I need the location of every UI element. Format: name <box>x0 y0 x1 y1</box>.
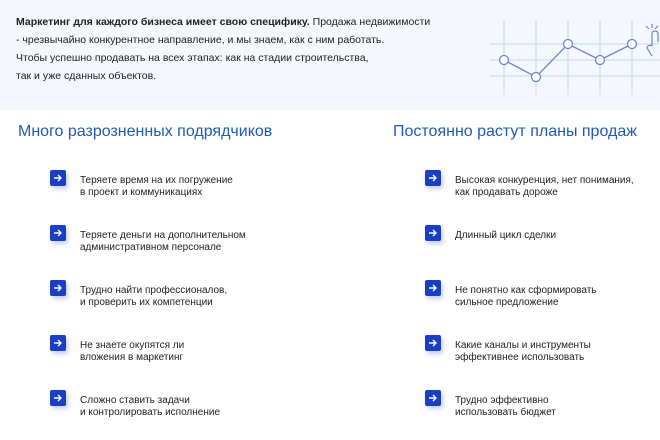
item-text: Длинный цикл сделки <box>455 230 557 241</box>
item-text: Не понятно как сформировать сильное предл… <box>455 285 597 308</box>
list-item: Сложно ставить задачи и контролировать ис… <box>50 390 280 430</box>
list-item: Какие каналы и инструменты эффективнее ис… <box>425 335 655 375</box>
item-text: Теряете время на их погружение в проект и… <box>80 175 233 198</box>
arrow-right-icon <box>425 390 441 406</box>
intro-bold-lead: Маркетинг для каждого бизнеса имеет свою… <box>16 16 310 28</box>
intro-line3: Чтобы успешно продавать на всех этапах: … <box>16 52 369 64</box>
item-text: Не знаете окупятся ли вложения в маркетин… <box>80 340 185 363</box>
arrow-right-icon <box>50 170 66 186</box>
intro-line4: так и уже сданных объектов. <box>16 70 157 82</box>
arrow-right-icon <box>425 170 441 186</box>
intro-line1-rest: Продажа недвижимости <box>309 16 431 28</box>
left-column-title: Много разрозненных подрядчиков <box>18 123 273 140</box>
line-graph-icon <box>490 20 660 95</box>
arrow-right-icon <box>425 280 441 296</box>
arrow-right-icon <box>50 280 66 296</box>
right-column-title: Постоянно растут планы продаж <box>393 123 637 140</box>
item-text: Теряете деньги на дополнительном админист… <box>80 230 246 253</box>
list-item: Высокая конкуренция, нет понимания, как п… <box>425 170 655 210</box>
item-text: Сложно ставить задачи и контролировать ис… <box>80 395 221 418</box>
arrow-right-icon <box>50 225 66 241</box>
arrow-right-icon <box>50 335 66 351</box>
list-item: Теряете время на их погружение в проект и… <box>50 170 280 210</box>
item-text: Какие каналы и инструменты эффективнее ис… <box>455 340 591 363</box>
item-text: Высокая конкуренция, нет понимания, как п… <box>455 175 634 198</box>
arrow-right-icon <box>425 225 441 241</box>
hand-pointer-icon <box>645 24 659 57</box>
arrow-right-icon <box>425 335 441 351</box>
list-item: Длинный цикл сделки <box>425 225 655 265</box>
list-item: Не знаете окупятся ли вложения в маркетин… <box>50 335 280 375</box>
list-item: Теряете деньги на дополнительном админист… <box>50 225 280 265</box>
item-text: Трудно эффективно использовать бюджет <box>455 395 556 418</box>
intro-line2: - чрезвычайно конкурентное направление, … <box>16 34 385 46</box>
list-item: Не понятно как сформировать сильное предл… <box>425 280 655 320</box>
arrow-right-icon <box>50 390 66 406</box>
intro-text: Маркетинг для каждого бизнеса имеет свою… <box>16 13 476 85</box>
list-item: Трудно найти профессионалов, и проверить … <box>50 280 280 320</box>
item-text: Трудно найти профессионалов, и проверить … <box>80 285 228 308</box>
list-item: Трудно эффективно использовать бюджет <box>425 390 655 430</box>
